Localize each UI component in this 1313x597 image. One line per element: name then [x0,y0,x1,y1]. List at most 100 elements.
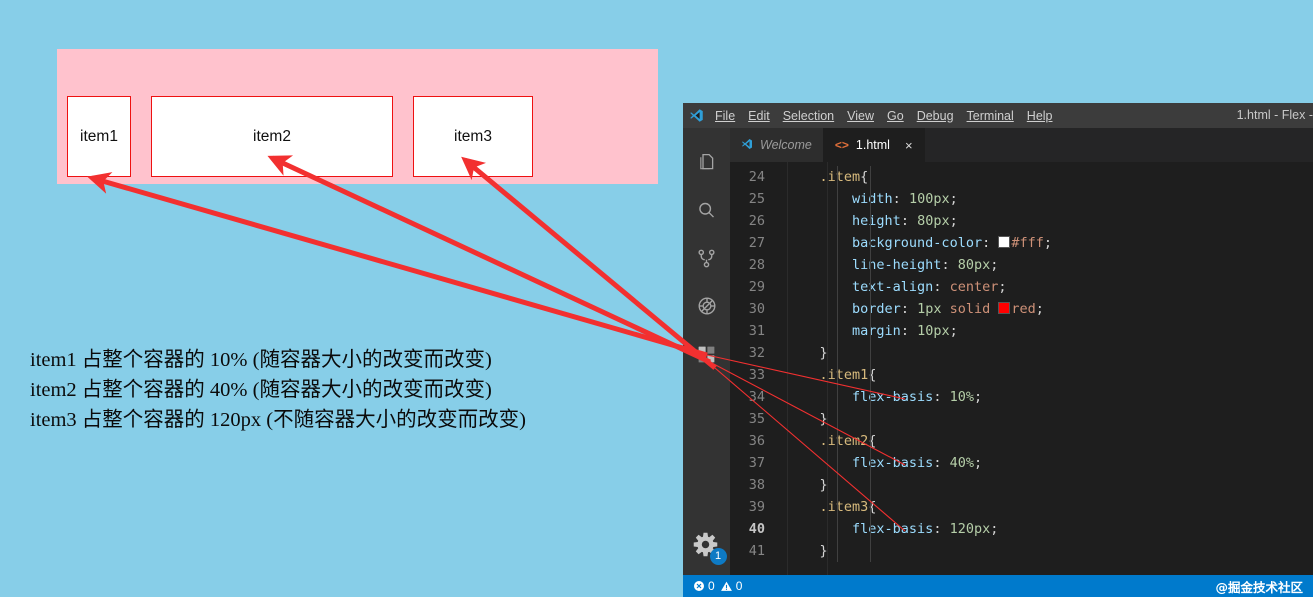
close-icon[interactable]: × [905,138,913,153]
tab-welcome[interactable]: Welcome [730,128,824,162]
debug-icon[interactable] [683,282,730,330]
code-token: : [941,257,958,273]
vscode-menu-bar[interactable]: File Edit Selection View Go Debug Termin… [715,109,1053,123]
menu-edit-label: Edit [748,108,770,123]
code-token: ; [1043,235,1052,251]
menu-view[interactable]: View [847,109,874,123]
menu-debug[interactable]: Debug [917,109,954,123]
color-swatch-icon [998,236,1011,248]
editor-tabs[interactable]: Welcome <> 1.html × [730,128,1313,162]
vscode-logo-icon-small [741,138,753,153]
activity-bar[interactable]: 1 [683,128,730,597]
code-token: : [900,301,918,317]
code-token: : [933,279,950,295]
code-token: : [933,389,950,405]
menu-go[interactable]: Go [887,109,904,123]
code-text: } [787,540,1313,562]
gutter-divider-2 [827,162,828,597]
status-bar[interactable]: 0 0 @掘金技术社区 [683,575,1313,597]
line-number: 24 [748,169,765,185]
code-token: 1px [917,301,942,317]
source-control-icon[interactable] [683,234,730,282]
menu-selection-label: Selection [782,108,835,123]
tab-1html-label: 1.html [855,138,890,152]
extensions-icon[interactable] [683,330,730,378]
legend-line-1: item1 占整个容器的 10% (随容器大小的改变而改变) [30,349,492,371]
code-line: 37 flex-basis: 40%; [730,452,1313,474]
code-token: : [892,191,909,207]
code-line: 39 .item3{ [730,496,1313,518]
explanation-legend: item1 占整个容器的 10% (随容器大小的改变而改变) item2 占整个… [30,345,526,435]
code-line: 30 border: 1px solid red; [730,298,1313,320]
code-token: ; [949,323,958,339]
code-text: flex-basis: 120px; [787,518,1313,540]
menu-file[interactable]: File [715,109,735,123]
flex-container: item1 item2 item3 [57,49,658,184]
code-token: margin [852,323,901,339]
code-token: 40% [949,455,974,471]
code-lines: 24 .item{25 width: 100px; 26 height: 80px… [730,166,1313,562]
tab-welcome-label: Welcome [760,138,812,152]
code-line: 28 line-height: 80px; [730,254,1313,276]
menu-edit[interactable]: Edit [748,109,770,123]
code-line: 38 } [730,474,1313,496]
editor-column: Welcome <> 1.html × 24 .item{25 width: 1… [683,128,1313,597]
color-swatch-icon [998,302,1011,314]
warning-count: 0 [735,579,743,593]
code-token: text-align [852,279,934,295]
code-line: 33 .item1{ [730,364,1313,386]
code-token: : [933,521,950,537]
code-token: #fff [1011,235,1044,251]
code-line: 25 width: 100px; [730,188,1313,210]
line-number: 37 [748,455,765,471]
error-icon [694,581,704,591]
line-number: 39 [748,499,765,515]
warning-status[interactable]: 0 [720,579,743,593]
line-number: 26 [748,213,765,229]
code-line: 29 text-align: center; [730,276,1313,298]
code-token: : [900,213,918,229]
code-token: ; [990,521,999,537]
code-token: : [900,323,918,339]
menu-terminal[interactable]: Terminal [967,109,1014,123]
code-token: ; [973,455,983,471]
status-left[interactable]: 0 0 [693,579,742,593]
search-icon[interactable] [683,186,730,234]
code-line: 26 height: 80px; [730,210,1313,232]
vscode-title-bar: File Edit Selection View Go Debug Termin… [683,103,1313,128]
code-token: ; [1035,301,1044,317]
code-token: { [860,169,869,185]
code-line: 35 } [730,408,1313,430]
tab-1html[interactable]: <> 1.html × [823,128,925,162]
error-status[interactable]: 0 [693,579,715,593]
line-number: 32 [748,345,765,361]
code-line: 24 .item{ [730,166,1313,188]
menu-debug-label: Debug [916,108,954,123]
code-token: ; [949,213,958,229]
code-brackets-icon: <> [834,138,849,152]
menu-help[interactable]: Help [1027,109,1053,123]
code-token: ; [973,389,983,405]
code-token: background-color [852,235,983,251]
explorer-icon[interactable] [683,138,730,186]
line-number: 38 [748,477,765,493]
tabs-filler [924,128,1313,162]
menu-selection[interactable]: Selection [783,109,834,123]
flex-item-2: item2 [151,96,393,177]
manage-settings-button[interactable]: 1 [683,531,730,565]
code-line: 36 .item2{ [730,430,1313,452]
code-editor[interactable]: 24 .item{25 width: 100px; 26 height: 80px… [730,162,1313,597]
code-token: 100px [908,191,950,207]
code-token: ; [949,191,958,207]
line-number: 34 [748,389,765,405]
legend-line-3: item3 占整个容器的 120px (不随容器大小的改变而改变) [30,409,526,431]
menu-file-label: File [715,108,736,123]
code-token: : [982,235,999,251]
code-line: 34 flex-basis: 10%; [730,386,1313,408]
menu-go-label: Go [887,108,904,123]
flex-item-3: item3 [413,96,533,177]
indent-guide [869,166,871,562]
indent-guide [837,166,838,562]
